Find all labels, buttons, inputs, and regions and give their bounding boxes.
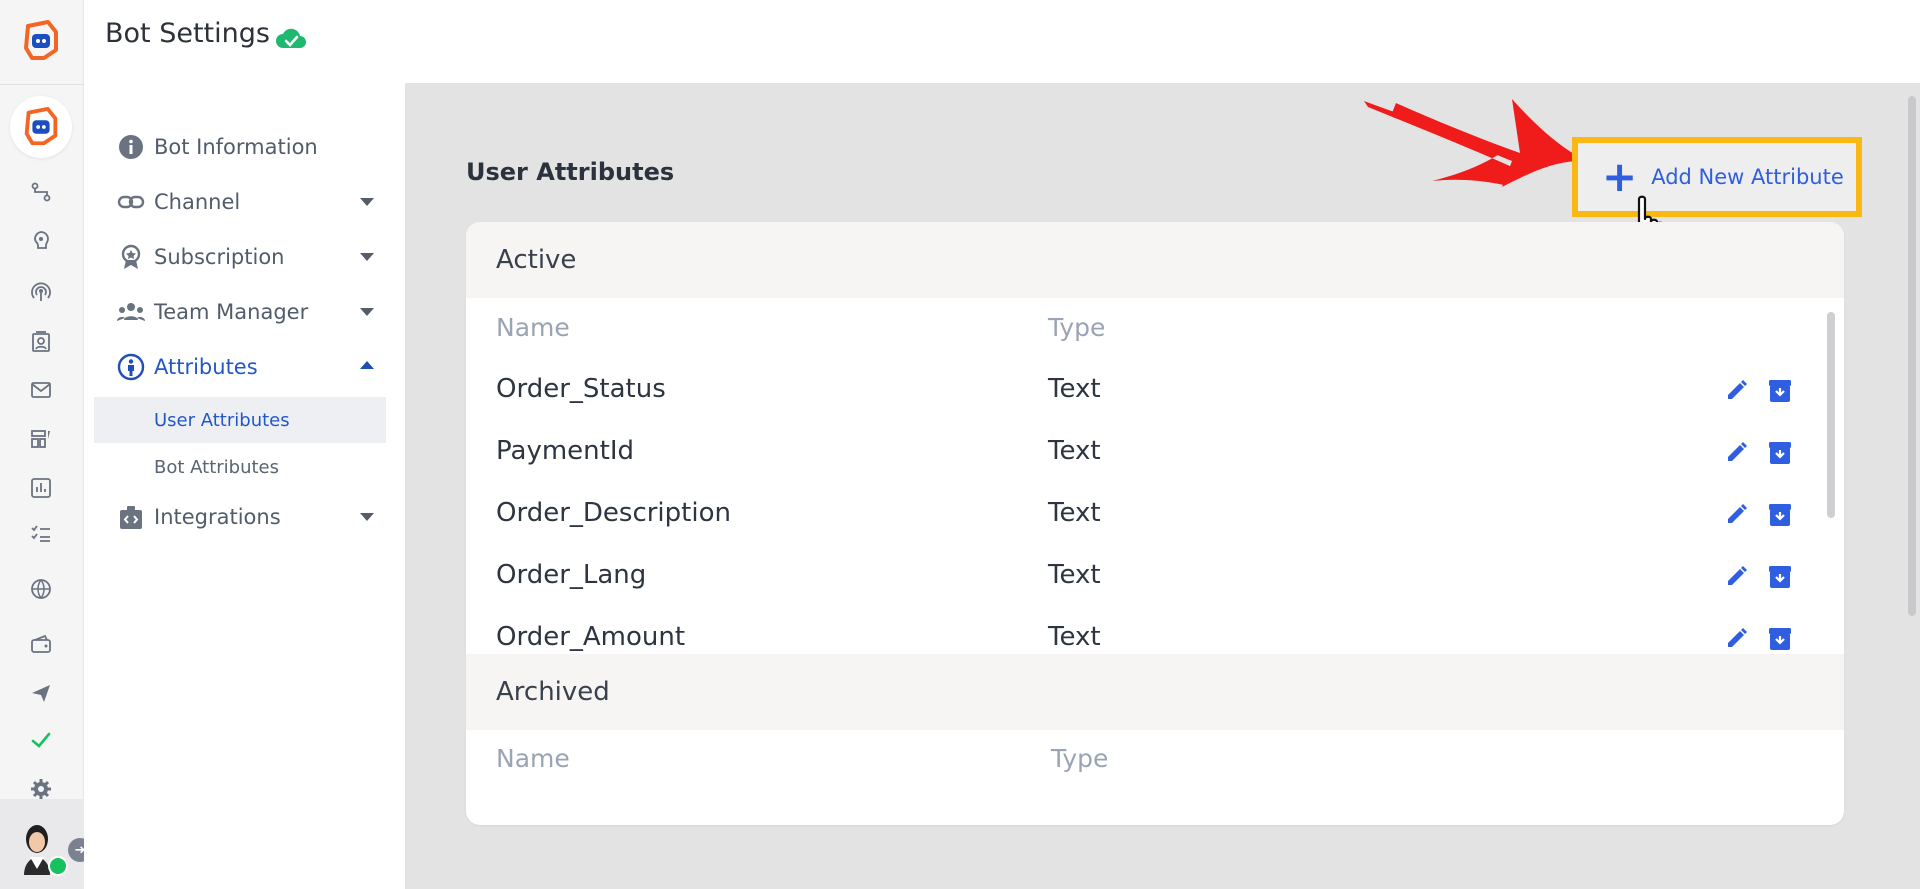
tasks-icon[interactable] — [26, 518, 56, 548]
chevron-down-icon[interactable] — [360, 253, 374, 261]
row-actions — [1722, 622, 1802, 654]
edit-pencil-icon[interactable] — [1722, 625, 1750, 653]
submenu-item-bot-attributes[interactable]: Bot Attributes — [94, 444, 386, 490]
chevron-down-icon[interactable] — [360, 308, 374, 316]
attribute-type: Text — [1048, 498, 1101, 528]
archive-icon[interactable] — [1766, 439, 1794, 467]
cloud-check-icon — [274, 24, 308, 52]
menu-item-label: Team Manager — [154, 300, 309, 324]
attribute-name: PaymentId — [496, 436, 634, 466]
menu-item-subscription[interactable]: Subscription — [116, 235, 386, 279]
attribute-type: Text — [1048, 560, 1101, 590]
edit-pencil-icon[interactable] — [1722, 439, 1750, 467]
archive-icon[interactable] — [1766, 377, 1794, 405]
page-header: Bot Settings — [84, 0, 1920, 83]
submenu-item-user-attributes[interactable]: User Attributes — [94, 397, 386, 443]
archived-name-column-header: Name — [496, 744, 570, 773]
row-actions — [1722, 560, 1802, 594]
icon-rail: ➜ — [0, 0, 92, 889]
row-actions — [1722, 374, 1802, 408]
menu-item-label: Subscription — [154, 245, 285, 269]
badge-icon — [116, 242, 146, 272]
attribute-name: Order_Description — [496, 498, 731, 528]
page-scrollbar[interactable] — [1908, 96, 1916, 616]
menu-item-label: Integrations — [154, 505, 281, 529]
integration-icon — [116, 502, 146, 532]
add-new-attribute-label: Add New Attribute — [1651, 165, 1844, 189]
info-icon — [116, 132, 146, 162]
menu-item-label: Channel — [154, 190, 241, 214]
online-status-dot — [48, 856, 68, 876]
attribute-type: Text — [1048, 374, 1101, 404]
link-icon — [116, 187, 146, 217]
broadcast-icon[interactable] — [26, 277, 56, 307]
menu-item-bot-information[interactable]: Bot Information — [116, 125, 386, 169]
menu-item-label: Bot Information — [154, 135, 318, 159]
plus-icon: + — [1602, 152, 1638, 201]
row-actions — [1722, 436, 1802, 470]
annotation-arrow — [1364, 99, 1576, 187]
archived-group-header: Archived — [466, 654, 1844, 730]
edit-pencil-icon[interactable] — [1722, 563, 1750, 591]
archive-icon[interactable] — [1766, 625, 1794, 653]
bot-avatar-icon[interactable] — [10, 96, 72, 158]
main-content: User Attributes + Add New Attribute Acti… — [405, 83, 1920, 889]
archive-icon[interactable] — [1766, 501, 1794, 529]
menu-item-attributes[interactable]: Attributes — [116, 345, 386, 389]
analytics-icon[interactable] — [26, 473, 56, 503]
archive-icon[interactable] — [1766, 563, 1794, 591]
attribute-name: Order_Amount — [496, 622, 686, 652]
person-icon — [116, 352, 146, 382]
attribute-type: Text — [1048, 622, 1101, 652]
globe-icon[interactable] — [26, 574, 56, 604]
add-new-attribute-button[interactable]: + Add New Attribute — [1572, 137, 1862, 217]
attributes-card: Active Name Type Order_Status Text Payme… — [466, 222, 1844, 825]
edit-pencil-icon[interactable] — [1722, 501, 1750, 529]
chevron-down-icon[interactable] — [360, 513, 374, 521]
archived-type-column-header: Type — [1051, 744, 1109, 773]
mail-icon[interactable] — [26, 375, 56, 405]
settings-menu: Bot Information Channel Subscription Tea… — [84, 83, 405, 889]
attribute-name: Order_Status — [496, 374, 666, 404]
edit-pencil-icon[interactable] — [1722, 377, 1750, 405]
send-icon[interactable] — [26, 678, 56, 708]
menu-item-integrations[interactable]: Integrations — [116, 495, 386, 539]
section-title: User Attributes — [466, 158, 675, 186]
contacts-icon[interactable] — [26, 327, 56, 357]
table-row: Order_Lang Text — [466, 546, 1844, 608]
table-row: Order_Description Text — [466, 484, 1844, 546]
chevron-up-icon[interactable] — [360, 361, 374, 369]
menu-item-label: Attributes — [154, 355, 258, 379]
table-row: PaymentId Text — [466, 422, 1844, 484]
menu-item-team-manager[interactable]: Team Manager — [116, 290, 386, 334]
rail-divider — [0, 84, 84, 85]
table-row: Order_Amount Text — [466, 608, 1844, 654]
active-name-column-header: Name — [496, 313, 570, 342]
page-title: Bot Settings — [105, 18, 270, 49]
menu-item-channel[interactable]: Channel — [116, 180, 386, 224]
table-row: Order_Status Text — [466, 360, 1844, 422]
chevron-down-icon[interactable] — [360, 198, 374, 206]
table-scrollbar[interactable] — [1827, 312, 1835, 518]
flow-icon[interactable] — [26, 177, 56, 207]
app-logo-icon[interactable] — [18, 18, 64, 64]
dashboard-icon[interactable] — [26, 424, 56, 454]
check-icon[interactable] — [26, 725, 56, 755]
wallet-icon[interactable] — [26, 629, 56, 659]
active-group-header: Active — [466, 222, 1844, 298]
team-icon — [116, 297, 146, 327]
attribute-name: Order_Lang — [496, 560, 647, 590]
attribute-type: Text — [1048, 436, 1101, 466]
brain-icon[interactable] — [26, 226, 56, 256]
row-actions — [1722, 498, 1802, 532]
active-type-column-header: Type — [1048, 313, 1106, 342]
